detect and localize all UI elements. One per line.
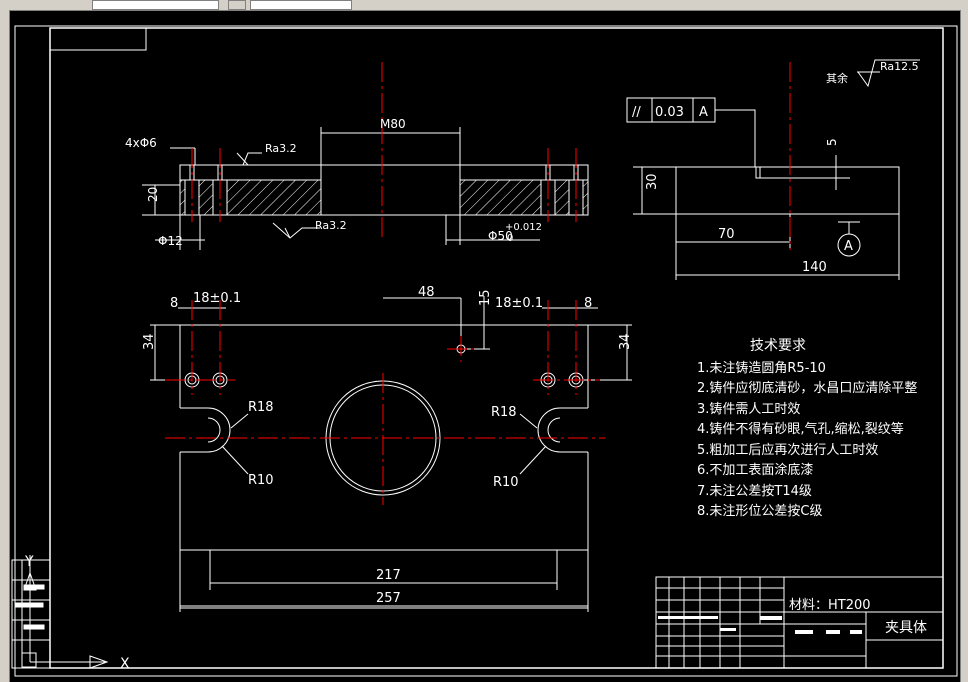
corner-box <box>49 27 147 51</box>
svg-text:30: 30 <box>645 173 660 190</box>
svg-text:Y: Y <box>24 554 34 570</box>
svg-text:2.铸件应彻底清砂，水昌口应清除平整: 2.铸件应彻底清砂，水昌口应清除平整 <box>697 380 917 396</box>
side-view <box>626 59 920 280</box>
svg-text:A: A <box>699 105 708 120</box>
svg-text:18±0.1: 18±0.1 <box>495 296 543 311</box>
svg-text:0.03: 0.03 <box>655 105 684 120</box>
svg-text:Φ12: Φ12 <box>158 234 183 248</box>
svg-text:Ra3.2: Ra3.2 <box>315 219 347 232</box>
svg-text:3.铸件需人工时效: 3.铸件需人工时效 <box>697 401 800 417</box>
plan-view <box>150 296 632 612</box>
svg-text:34: 34 <box>618 333 633 350</box>
svg-text:8: 8 <box>584 296 592 311</box>
svg-text:Ra12.5: Ra12.5 <box>880 60 919 73</box>
svg-text:18±0.1: 18±0.1 <box>193 291 241 306</box>
ucs-labels: Y X <box>24 554 130 672</box>
svg-text:5.粗加工后应再次进行人工时效: 5.粗加工后应再次进行人工时效 <box>697 442 878 458</box>
svg-text:5: 5 <box>825 138 839 146</box>
svg-text:20: 20 <box>146 187 160 202</box>
svg-text:Ra3.2: Ra3.2 <box>265 142 297 155</box>
ucs-icon <box>21 555 109 669</box>
plan-labels: 8 18±0.1 48 15 18±0.1 8 34 34 R18 R18 R1… <box>142 285 633 606</box>
right-scrollbar[interactable] <box>960 10 968 682</box>
svg-text:R18: R18 <box>491 405 517 420</box>
svg-text:R10: R10 <box>248 473 274 488</box>
svg-text:R10: R10 <box>493 475 519 490</box>
svg-text:257: 257 <box>376 591 401 606</box>
svg-text:X: X <box>120 656 130 672</box>
layer-dropdown[interactable] <box>92 0 219 10</box>
svg-text:140: 140 <box>802 260 827 275</box>
svg-text:6.不加工表面涂底漆: 6.不加工表面涂底漆 <box>697 462 813 478</box>
svg-text:A: A <box>844 239 853 254</box>
svg-text:34: 34 <box>142 333 157 350</box>
svg-text:技术要求: 技术要求 <box>750 338 806 354</box>
svg-text:4.铸件不得有砂眼,气孔,缩松,裂纹等: 4.铸件不得有砂眼,气孔,缩松,裂纹等 <box>697 421 904 437</box>
svg-text:其余: 其余 <box>826 71 848 85</box>
svg-text://: // <box>632 105 641 120</box>
title-block-text: 材料：HT200 夹具体 <box>658 598 927 636</box>
svg-text:M80: M80 <box>380 117 406 131</box>
svg-text:15: 15 <box>478 289 493 306</box>
svg-text:材料：HT200: 材料：HT200 <box>789 598 871 613</box>
svg-text:0: 0 <box>507 233 513 244</box>
svg-text:48: 48 <box>418 285 435 300</box>
svg-text:+0.012: +0.012 <box>505 222 542 233</box>
inner-frame <box>49 27 944 669</box>
svg-text:R18: R18 <box>248 400 274 415</box>
svg-text:70: 70 <box>718 227 735 242</box>
svg-text:7.未注公差按T14级: 7.未注公差按T14级 <box>697 484 812 499</box>
tech-requirements: 技术要求 1.未注铸造圆角R5-10 2.铸件应彻底清砂，水昌口应清除平整 3.… <box>697 338 917 519</box>
svg-text:8.未注形位公差按C级: 8.未注形位公差按C级 <box>697 504 822 519</box>
outer-frame <box>14 25 958 677</box>
svg-text:1.未注铸造圆角R5-10: 1.未注铸造圆角R5-10 <box>697 360 826 376</box>
linetype-dropdown[interactable] <box>250 0 352 10</box>
svg-text:217: 217 <box>376 568 401 583</box>
layer-icon[interactable] <box>228 0 246 10</box>
svg-text:4xΦ6: 4xΦ6 <box>125 136 157 150</box>
drawing-canvas[interactable]: 4xΦ6 M80 Ra3.2 Ra3.2 20 Φ12 Φ50 +0.012 0 <box>9 10 960 682</box>
plan-centerlines <box>165 300 605 505</box>
svg-text:夹具体: 夹具体 <box>885 620 927 636</box>
svg-text:8: 8 <box>170 296 178 311</box>
